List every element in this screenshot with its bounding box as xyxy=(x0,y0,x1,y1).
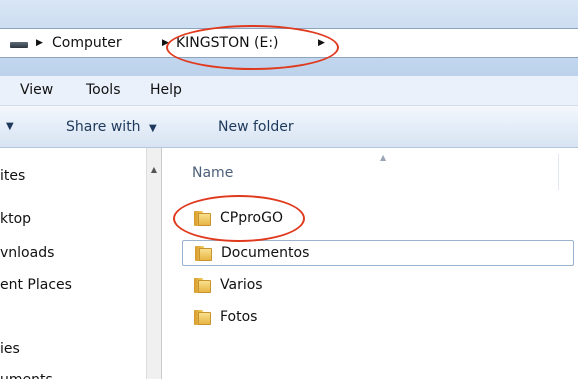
navigation-pane: ites ktop vnloads ent Places ies uments xyxy=(0,148,146,379)
folder-icon xyxy=(194,310,211,325)
drive-icon xyxy=(10,42,28,48)
folder-icon xyxy=(194,278,211,293)
share-with-dropdown-icon: ▼ xyxy=(149,123,157,134)
share-with-button[interactable]: Share with ▼ xyxy=(66,106,157,148)
menu-help[interactable]: Help xyxy=(150,76,182,105)
nav-item-recent-places[interactable]: ent Places xyxy=(0,275,72,295)
share-with-label: Share with xyxy=(66,119,141,135)
menu-bar: View Tools Help xyxy=(0,76,578,106)
column-divider[interactable] xyxy=(558,154,559,190)
annotation-ellipse-folder xyxy=(173,195,305,242)
annotation-ellipse-drive xyxy=(166,25,339,70)
file-name: Documentos xyxy=(221,245,310,261)
folder-icon xyxy=(195,246,212,261)
nav-item-documents[interactable]: uments xyxy=(0,370,53,379)
file-name: Varios xyxy=(220,277,263,293)
file-list: Name ▲ CPproGO Documentos Varios Fotos xyxy=(162,148,578,379)
new-folder-button[interactable]: New folder xyxy=(218,106,294,148)
breadcrumb-computer[interactable]: Computer xyxy=(52,29,122,57)
list-item[interactable]: Varios xyxy=(182,273,574,299)
menu-tools[interactable]: Tools xyxy=(86,76,121,105)
nav-scrollbar[interactable]: ▲ xyxy=(146,148,162,379)
column-header-name[interactable]: Name ▲ xyxy=(162,148,578,198)
nav-item-downloads[interactable]: vnloads xyxy=(0,243,54,263)
menu-view[interactable]: View xyxy=(20,76,53,105)
file-name: Fotos xyxy=(220,309,258,325)
breadcrumb-arrow-icon[interactable]: ▶ xyxy=(36,29,43,57)
nav-item-libraries[interactable]: ies xyxy=(0,339,20,359)
nav-item-favorites[interactable]: ites xyxy=(0,166,25,186)
column-name-label: Name xyxy=(192,165,234,181)
organize-dropdown-icon[interactable]: ▼ xyxy=(6,106,14,148)
nav-item-desktop[interactable]: ktop xyxy=(0,209,31,229)
scroll-up-arrow-icon[interactable]: ▲ xyxy=(147,164,161,176)
list-item[interactable]: Fotos xyxy=(182,305,574,331)
list-item[interactable]: Documentos xyxy=(182,240,574,266)
command-bar: ▼ Share with ▼ New folder xyxy=(0,106,578,148)
sort-ascending-icon: ▲ xyxy=(380,153,387,162)
